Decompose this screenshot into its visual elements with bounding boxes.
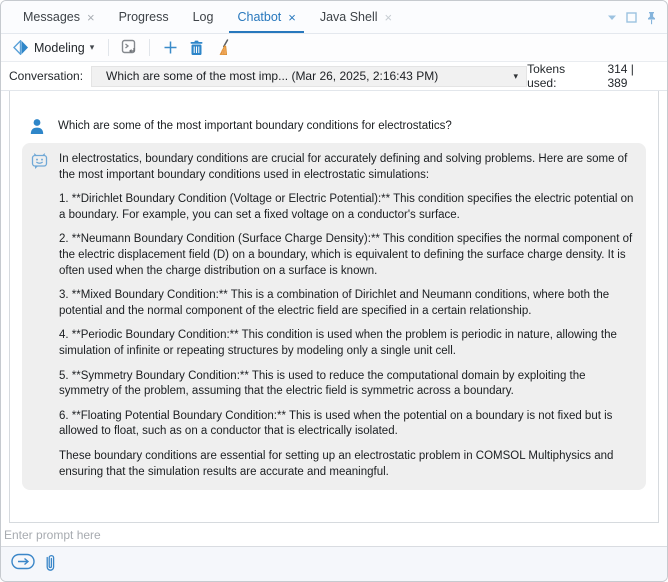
tab-label: Progress (119, 10, 169, 24)
toolbar-separator (108, 39, 109, 56)
maximize-icon[interactable] (626, 12, 637, 23)
chatbot-panel-window: Messages × Progress Log Chatbot × Java S… (0, 0, 668, 582)
bot-paragraph: 4. **Periodic Boundary Condition:** This… (59, 328, 634, 359)
bot-paragraph: 5. **Symmetry Boundary Condition:** This… (59, 369, 634, 400)
tab-java-shell[interactable]: Java Shell × (308, 1, 404, 33)
close-icon[interactable]: × (288, 11, 296, 24)
tab-label: Java Shell (320, 10, 378, 24)
tokens-label: Tokens used: (527, 62, 597, 90)
tokens-used: Tokens used: 314 | 389 (527, 62, 659, 90)
tokens-value: 314 | 389 (607, 62, 657, 90)
prompt-action-bar (1, 547, 667, 581)
chat-area-wrapper: Which are some of the most important bou… (1, 91, 667, 523)
pin-icon[interactable] (646, 11, 657, 25)
close-icon[interactable]: × (385, 11, 393, 24)
bot-paragraph: 6. **Floating Potential Boundary Conditi… (59, 409, 634, 440)
tab-log[interactable]: Log (181, 1, 226, 33)
chevron-down-icon[interactable] (607, 14, 617, 21)
bot-paragraph: 2. **Neumann Boundary Condition (Surface… (59, 232, 634, 279)
bot-paragraph: 3. **Mixed Boundary Condition:** This is… (59, 288, 634, 319)
conversation-select[interactable]: Which are some of the most imp... (Mar 2… (91, 66, 527, 87)
bot-paragraph: 1. **Dirichlet Boundary Condition (Volta… (59, 192, 634, 223)
tab-label: Chatbot (237, 10, 281, 24)
user-message-text: Which are some of the most important bou… (58, 118, 452, 132)
chevron-down-icon: ▾ (514, 71, 519, 82)
bot-message-bubble: In electrostatics, boundary conditions a… (22, 143, 646, 490)
chat-viewport[interactable]: Which are some of the most important bou… (9, 91, 659, 523)
tab-chatbot[interactable]: Chatbot × (225, 1, 307, 33)
modeling-icon (13, 40, 29, 55)
tab-messages[interactable]: Messages × (11, 1, 107, 33)
toolbar-separator (149, 39, 150, 56)
clear-conversation-broom-icon[interactable] (212, 38, 232, 58)
conversation-row: Conversation: Which are some of the most… (1, 62, 667, 91)
model-selector[interactable]: Modeling ▾ (9, 38, 98, 57)
tab-label: Messages (23, 10, 80, 24)
model-selector-label: Modeling (34, 41, 85, 55)
window-controls (607, 1, 657, 34)
user-icon (29, 118, 45, 135)
tab-label: Log (193, 10, 214, 24)
prompt-row (1, 523, 667, 547)
send-to-shell-button[interactable] (119, 38, 139, 58)
attach-file-paperclip-icon[interactable] (44, 553, 57, 573)
user-message-row: Which are some of the most important bou… (29, 118, 646, 135)
bot-paragraph: In electrostatics, boundary conditions a… (59, 152, 634, 183)
chatbot-toolbar: Modeling ▾ (1, 34, 667, 62)
robot-icon (30, 152, 49, 171)
conversation-label: Conversation: (9, 69, 83, 83)
new-conversation-button[interactable] (160, 38, 180, 58)
tab-progress[interactable]: Progress (107, 1, 181, 33)
bot-message-text: In electrostatics, boundary conditions a… (59, 152, 634, 480)
bot-paragraph: These boundary conditions are essential … (59, 449, 634, 480)
delete-conversation-button[interactable] (186, 38, 206, 58)
send-prompt-button[interactable] (11, 553, 35, 570)
close-icon[interactable]: × (87, 11, 95, 24)
prompt-input[interactable] (1, 523, 667, 546)
tab-bar: Messages × Progress Log Chatbot × Java S… (1, 1, 667, 34)
chevron-down-icon: ▾ (90, 42, 95, 53)
conversation-selected-value: Which are some of the most imp... (Mar 2… (106, 69, 508, 83)
